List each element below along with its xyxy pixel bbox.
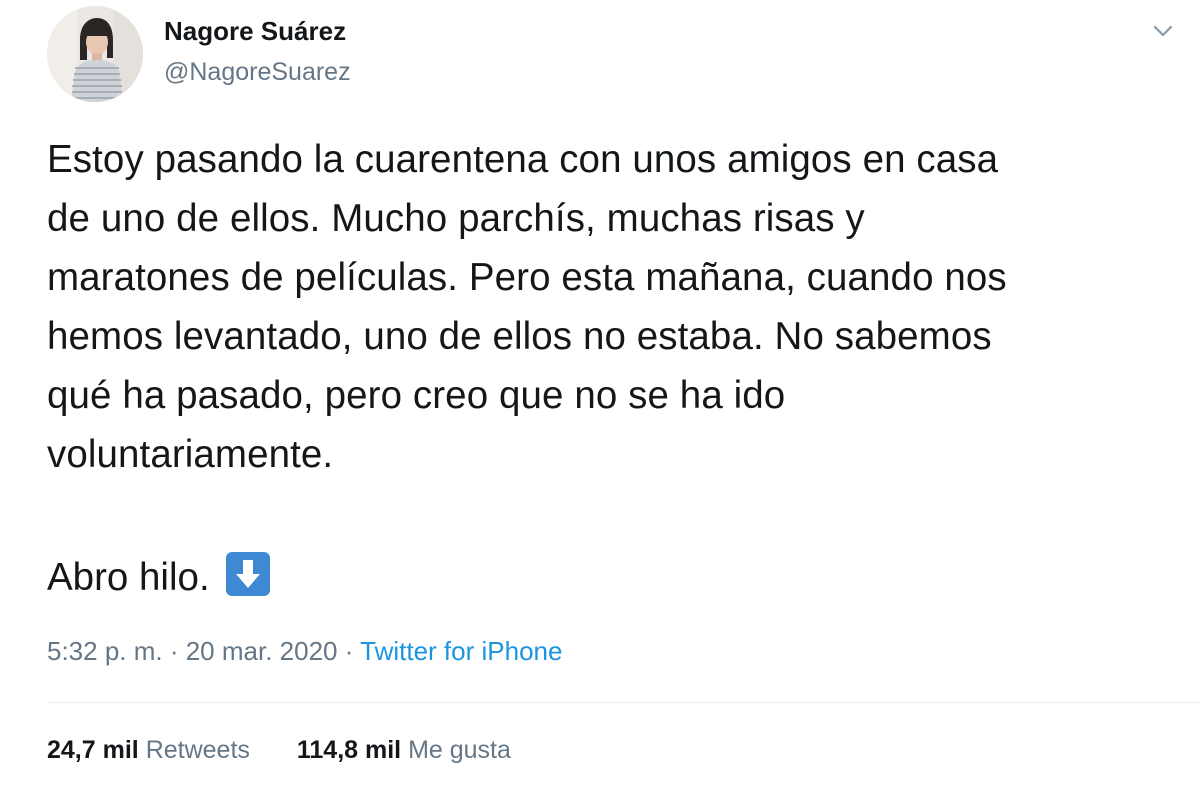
likes-count: 114,8 mil [296,736,402,764]
down-arrow-emoji-icon [225,552,270,596]
retweets-count: 24,7 mil [47,736,139,764]
tweet-card: Nagore Suárez @NagoreSuarez Estoy pasand… [0,0,1200,800]
tweet-text-line: hemos levantado, uno de ellos no estaba.… [47,315,992,358]
divider [47,702,1200,703]
tweet-text-line: voluntariamente. [47,433,334,476]
tweet-text-line: Estoy pasando la cuarentena con unos ami… [47,138,999,181]
likes-label: Me gusta [408,736,511,764]
tweet-meta: 5:32 p. m. · 20 mar. 2020 · Twitter for … [47,636,562,667]
thread-opener: Abro hilo. [47,548,270,607]
avatar[interactable] [47,6,143,102]
tweet-text-line: qué ha pasado, pero creo que no se ha id… [47,374,786,417]
retweets-label: Retweets [145,736,250,764]
source-link[interactable]: Twitter for iPhone [360,636,562,666]
avatar-image [47,6,143,102]
retweets-stat[interactable]: 24,7 mil Retweets [47,736,250,765]
tweet-stats: 24,7 mil Retweets 114,8 mil Me gusta [47,736,551,765]
likes-stat[interactable]: 114,8 mil Me gusta [297,736,511,765]
author-handle[interactable]: @NagoreSuarez [164,58,351,87]
tweet-text: Estoy pasando la cuarentena con unos ami… [47,130,1177,484]
chevron-down-icon[interactable] [1150,18,1176,44]
tweet-text-line: de uno de ellos. Mucho parchís, muchas r… [47,197,865,240]
author-name[interactable]: Nagore Suárez [164,16,346,47]
tweet-text-line: maratones de películas. Pero esta mañana… [47,256,1007,299]
thread-text: Abro hilo. [47,556,210,599]
timestamp[interactable]: 5:32 p. m. · 20 mar. 2020 · [47,636,360,666]
